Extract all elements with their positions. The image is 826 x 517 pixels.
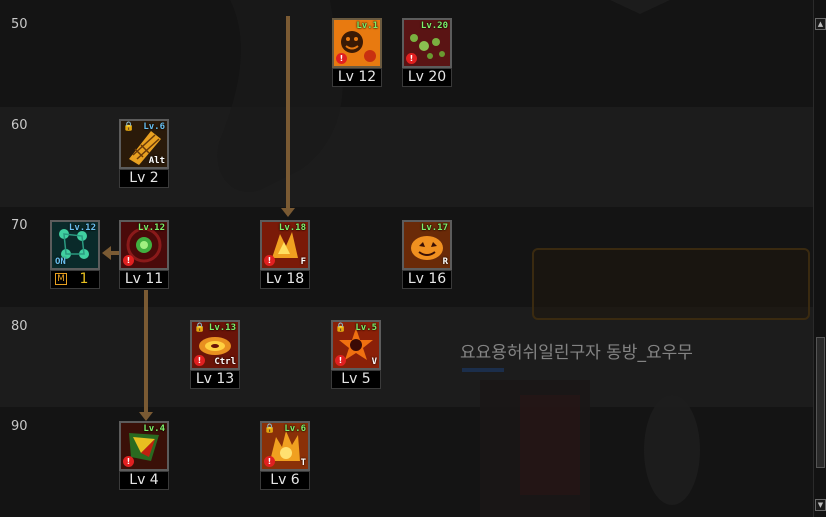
skill-fire-claw[interactable]: Lv.18 ! F Lv 18: [260, 220, 312, 290]
warning-icon: !: [123, 255, 134, 266]
skill-hotkey: Alt: [148, 156, 165, 166]
skill-crystal[interactable]: Lv.4 ! Lv 4: [119, 421, 171, 491]
star-burst-icon[interactable]: 🔒 Lv.5 ! V: [331, 320, 381, 370]
green-orbs-icon[interactable]: Lv.20 !: [402, 18, 452, 68]
warning-icon: !: [264, 456, 275, 467]
skill-level-label: Lv 6: [260, 471, 310, 490]
skill-flame-blast[interactable]: 🔒 Lv.6 ! T Lv 6: [260, 421, 312, 491]
sun-face-icon[interactable]: Lv.1 !: [332, 18, 382, 68]
skill-lv-tag: Lv.6: [284, 424, 306, 434]
skill-lv-tag: Lv.4: [143, 424, 165, 434]
skill-spiral[interactable]: 🔒 Lv.13 ! Ctrl Lv 13: [190, 320, 242, 390]
skill-net[interactable]: 🔒 Lv.6 Alt Lv 2: [119, 119, 171, 189]
green-core-icon[interactable]: Lv.12 !: [119, 220, 169, 270]
skill-hotkey: ON: [55, 257, 66, 267]
skill-hotkey: Ctrl: [214, 357, 236, 367]
toggle-icon[interactable]: Lv.12 ON: [50, 220, 100, 270]
crystal-icon[interactable]: Lv.4 !: [119, 421, 169, 471]
arrow-down-icon: [139, 412, 153, 421]
skill-toggle[interactable]: Lv.12 ON M 1: [50, 220, 102, 290]
skill-level-label: Lv 13: [190, 370, 240, 389]
skill-hotkey: V: [371, 357, 377, 367]
warning-icon: !: [123, 456, 134, 467]
connector-line: [286, 16, 290, 208]
pumpkin-icon[interactable]: Lv.17 R: [402, 220, 452, 270]
spiral-icon[interactable]: 🔒 Lv.13 ! Ctrl: [190, 320, 240, 370]
lock-icon: 🔒: [123, 122, 135, 132]
warning-icon: !: [336, 53, 347, 64]
skill-lv-tag: Lv.20: [420, 21, 448, 31]
vertical-scrollbar[interactable]: ▲ ▼: [813, 0, 826, 517]
skill-star-burst[interactable]: 🔒 Lv.5 ! V Lv 5: [331, 320, 383, 390]
character-name-overlay: 요요용허쉬일린구자 동방_요우무: [460, 343, 693, 363]
skill-green-core[interactable]: Lv.12 ! Lv 11: [119, 220, 171, 290]
skill-lv-tag: Lv.12: [68, 223, 96, 233]
skill-level-label: Lv 11: [119, 270, 169, 289]
warning-icon: !: [264, 255, 275, 266]
skill-lv-tag: Lv.13: [208, 323, 236, 333]
warning-icon: !: [406, 53, 417, 64]
scroll-down-icon[interactable]: ▼: [815, 499, 826, 511]
skill-hotkey: R: [442, 257, 448, 267]
skill-hotkey: F: [300, 257, 306, 267]
warning-icon: !: [194, 355, 205, 366]
connector-line: [144, 290, 148, 414]
skill-level-label: Lv 4: [119, 471, 169, 490]
scroll-up-icon[interactable]: ▲: [815, 18, 826, 30]
lock-icon: 🔒: [264, 424, 276, 434]
row-label-70: 70: [11, 218, 28, 233]
skill-level-label: Lv 2: [119, 169, 169, 188]
skill-lv-tag: Lv.17: [420, 223, 448, 233]
skill-level-label: Lv 12: [332, 68, 382, 87]
skill-level-label: Lv 16: [402, 270, 452, 289]
skill-lv-tag: Lv.1: [356, 21, 378, 31]
row-label-90: 90: [11, 419, 28, 434]
skill-hotkey: T: [300, 458, 306, 468]
skill-green-orbs[interactable]: Lv.20 ! Lv 20: [402, 18, 454, 88]
overlay-frame: [532, 248, 810, 320]
skill-level-label: Lv 18: [260, 270, 310, 289]
skill-counter: 1: [79, 271, 89, 287]
net-icon[interactable]: 🔒 Lv.6 Alt: [119, 119, 169, 169]
warning-icon: !: [335, 355, 346, 366]
skill-lv-tag: Lv.5: [355, 323, 377, 333]
row-label-80: 80: [11, 319, 28, 334]
arrow-down-icon: [281, 208, 295, 217]
row-label-60: 60: [11, 118, 28, 133]
row-label-50: 50: [11, 17, 28, 32]
skill-lv-tag: Lv.12: [137, 223, 165, 233]
lock-icon: 🔒: [335, 323, 347, 333]
arrow-left-icon: [102, 246, 111, 260]
skill-counter-box: M 1: [50, 270, 100, 289]
fire-claw-icon[interactable]: Lv.18 ! F: [260, 220, 310, 270]
skill-sun-face[interactable]: Lv.1 ! Lv 12: [332, 18, 384, 88]
lock-icon: 🔒: [194, 323, 206, 333]
skill-level-label: Lv 5: [331, 370, 381, 389]
flame-blast-icon[interactable]: 🔒 Lv.6 ! T: [260, 421, 310, 471]
skill-lv-tag: Lv.18: [278, 223, 306, 233]
skill-level-label: Lv 20: [402, 68, 452, 87]
m-badge-icon: M: [55, 273, 67, 285]
scroll-thumb[interactable]: [816, 337, 825, 468]
skill-tree-panel: 요요용허쉬일린구자 동방_요우무 50 60 70 80 90 Lv.1 ! L…: [0, 0, 813, 517]
skill-lv-tag: Lv.6: [143, 122, 165, 132]
skill-pumpkin[interactable]: Lv.17 R Lv 16: [402, 220, 454, 290]
